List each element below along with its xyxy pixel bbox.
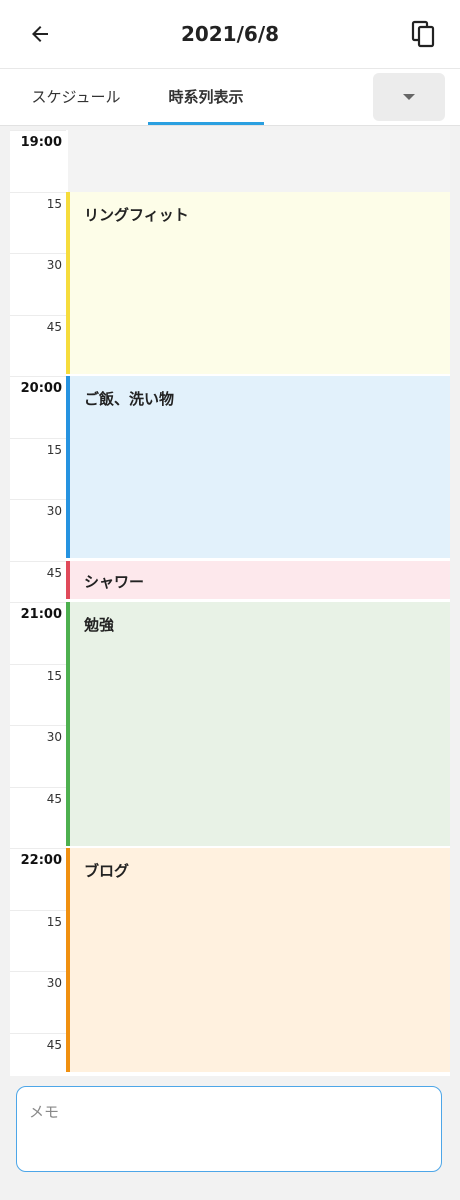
memo-input[interactable] [29, 1101, 427, 1159]
page-title: 2021/6/8 [180, 22, 280, 46]
time-slot: 22:00 [10, 848, 66, 909]
time-slot: 19:00 [10, 130, 66, 191]
tab-schedule[interactable]: スケジュール [16, 69, 136, 126]
back-button[interactable] [22, 14, 58, 54]
time-label: 45 [46, 566, 62, 580]
event-title: リングフィット [84, 206, 189, 224]
time-label: 30 [46, 504, 62, 518]
caret-down-icon [403, 94, 415, 100]
event-shower[interactable]: シャワー [66, 561, 450, 599]
event-title: シャワー [84, 573, 145, 591]
time-slot: 30 [10, 971, 66, 1032]
time-slot: 15 [10, 438, 66, 499]
event-study[interactable]: 勉強 [66, 602, 450, 846]
copy-button[interactable] [406, 14, 442, 54]
time-slot: 21:00 [10, 602, 66, 663]
time-label: 45 [46, 792, 62, 806]
empty-slot[interactable] [68, 130, 450, 192]
time-slot: 30 [10, 725, 66, 786]
arrow-left-icon [32, 26, 48, 42]
time-slot: 20:00 [10, 376, 66, 437]
time-label: 45 [46, 1038, 62, 1052]
time-label: 20:00 [20, 381, 62, 396]
time-slot: 45 [10, 1033, 66, 1076]
event-title: ブログ [84, 862, 130, 880]
event-blog[interactable]: ブログ [66, 848, 450, 1072]
event-ringfit[interactable]: リングフィット [66, 192, 450, 374]
tab-timeline[interactable]: 時系列表示 [148, 69, 264, 126]
time-slot: 45 [10, 315, 66, 376]
time-label: 15 [46, 669, 62, 683]
dropdown-button[interactable] [373, 73, 445, 121]
time-label: 30 [46, 976, 62, 990]
app-bar: 2021/6/8 [0, 0, 460, 68]
screen: 2021/6/8 スケジュール 時系列表示 19:00 15 30 45 20:… [0, 0, 460, 1200]
time-slot: 30 [10, 499, 66, 560]
time-label: 15 [46, 443, 62, 457]
event-title: ご飯、洗い物 [84, 390, 175, 408]
event-title: 勉強 [84, 616, 115, 634]
time-slot: 15 [10, 192, 66, 253]
time-slot: 15 [10, 664, 66, 725]
copy-icon [411, 20, 435, 48]
time-label: 15 [46, 915, 62, 929]
time-slot: 30 [10, 253, 66, 314]
time-label: 15 [46, 197, 62, 211]
tab-bar: スケジュール 時系列表示 [0, 68, 460, 126]
time-slot: 45 [10, 787, 66, 848]
time-label: 30 [46, 258, 62, 272]
timeline: 19:00 15 30 45 20:00 15 30 45 21:00 15 3… [10, 130, 450, 1076]
time-slot: 15 [10, 910, 66, 971]
event-meal[interactable]: ご飯、洗い物 [66, 376, 450, 558]
tab-indicator [148, 122, 264, 125]
time-label: 22:00 [20, 853, 62, 868]
time-label: 19:00 [20, 135, 62, 150]
memo-field[interactable] [16, 1086, 442, 1172]
time-label: 30 [46, 730, 62, 744]
time-label: 21:00 [20, 607, 62, 622]
time-label: 45 [46, 320, 62, 334]
